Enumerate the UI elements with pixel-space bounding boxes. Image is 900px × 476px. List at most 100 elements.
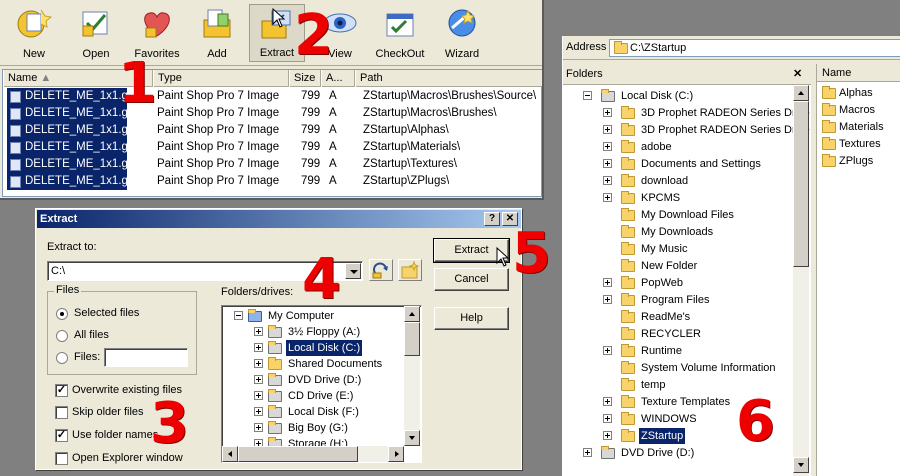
hscroll-thumb[interactable] bbox=[238, 446, 358, 462]
address-input[interactable]: C:\ZStartup bbox=[609, 39, 900, 57]
folder-icon bbox=[621, 327, 635, 340]
use-folder-names-checkbox[interactable]: ✓ bbox=[55, 429, 68, 442]
scroll-down-arrow-icon[interactable] bbox=[404, 430, 420, 446]
browse-tree-button[interactable] bbox=[369, 259, 393, 281]
explorer-scroll-down-icon[interactable] bbox=[793, 457, 809, 473]
open-button[interactable]: Open bbox=[68, 4, 124, 62]
folder-list-item[interactable]: Alphas bbox=[821, 85, 873, 102]
expand-plus-icon[interactable] bbox=[603, 431, 612, 440]
expand-plus-icon[interactable] bbox=[603, 108, 612, 117]
hand-pointer-icon bbox=[496, 247, 510, 267]
col-size[interactable]: Size bbox=[289, 70, 321, 87]
tree-vertical-scrollbar[interactable] bbox=[404, 306, 420, 446]
folder-icon bbox=[621, 276, 635, 289]
expand-plus-icon[interactable] bbox=[603, 414, 612, 423]
expand-plus-icon[interactable] bbox=[254, 327, 263, 336]
explorer-scroll-up-icon[interactable] bbox=[793, 85, 809, 101]
files-pattern-input[interactable] bbox=[104, 348, 188, 367]
collapse-minus-icon[interactable] bbox=[583, 91, 592, 100]
step-number-3: 3 bbox=[150, 391, 189, 456]
files-pattern-label: Files: bbox=[74, 351, 101, 363]
expand-plus-icon[interactable] bbox=[603, 295, 612, 304]
wizard-button[interactable]: Wizard bbox=[434, 4, 490, 62]
explorer-contents-pane[interactable]: Name Alphas Macros Materials Textures ZPlugs bbox=[816, 64, 900, 476]
combo-dropdown-arrow-icon[interactable] bbox=[345, 263, 361, 279]
expand-plus-icon[interactable] bbox=[603, 142, 612, 151]
scroll-up-arrow-icon[interactable] bbox=[404, 306, 420, 322]
table-row[interactable]: DELETE_ME_1x1.gif Paint Shop Pro 7 Image 7… bbox=[3, 105, 542, 122]
explorer-node-label: Documents and Settings bbox=[641, 158, 761, 170]
explorer-tree-scrollbar[interactable] bbox=[793, 85, 809, 476]
expand-plus-icon[interactable] bbox=[254, 423, 263, 432]
checkout-icon bbox=[386, 13, 414, 37]
add-button[interactable]: Add bbox=[192, 4, 242, 62]
expand-plus-icon[interactable] bbox=[603, 176, 612, 185]
expand-plus-icon[interactable] bbox=[603, 346, 612, 355]
col-path[interactable]: Path bbox=[355, 70, 542, 87]
expand-plus-icon[interactable] bbox=[603, 159, 612, 168]
explorer-scroll-thumb[interactable] bbox=[793, 101, 809, 267]
expand-plus-icon[interactable] bbox=[254, 359, 263, 368]
close-folders-pane-icon[interactable]: ✕ bbox=[793, 64, 802, 84]
table-row[interactable]: DELETE_ME_1x1.gif Paint Shop Pro 7 Image 7… bbox=[3, 122, 542, 139]
skip-older-checkbox[interactable] bbox=[55, 406, 68, 419]
folder-list-item[interactable]: Macros bbox=[821, 102, 875, 119]
overwrite-existing-checkbox[interactable]: ✓ bbox=[55, 384, 68, 397]
folder-icon bbox=[621, 242, 635, 255]
expand-plus-icon[interactable] bbox=[254, 407, 263, 416]
step-number-5: 5 bbox=[512, 221, 551, 286]
scroll-right-arrow-icon[interactable] bbox=[388, 446, 404, 462]
expand-plus-icon[interactable] bbox=[254, 343, 263, 352]
folder-list-item[interactable]: ZPlugs bbox=[821, 153, 873, 170]
scroll-left-arrow-icon[interactable] bbox=[222, 446, 238, 462]
cancel-button[interactable]: Cancel bbox=[434, 268, 509, 291]
add-button-label: Add bbox=[207, 48, 227, 60]
all-files-label: All files bbox=[74, 329, 109, 341]
help-caption-button[interactable]: ? bbox=[484, 212, 500, 226]
table-row[interactable]: DELETE_ME_1x1.gif Paint Shop Pro 7 Image 7… bbox=[3, 139, 542, 156]
folder-list-item[interactable]: Materials bbox=[821, 119, 884, 136]
expand-plus-icon[interactable] bbox=[603, 125, 612, 134]
collapse-minus-icon[interactable] bbox=[234, 311, 243, 320]
all-files-radio[interactable] bbox=[56, 330, 68, 342]
expand-plus-icon[interactable] bbox=[583, 448, 592, 457]
extract-to-value: C:\ bbox=[51, 265, 66, 277]
drive-icon bbox=[268, 341, 282, 354]
col-type[interactable]: Type bbox=[153, 70, 289, 87]
table-row[interactable]: DELETE_ME_1x1.gif Paint Shop Pro 7 Image 7… bbox=[3, 88, 542, 105]
expand-plus-icon[interactable] bbox=[603, 397, 612, 406]
folders-drives-tree[interactable]: My Computer 3½ Floppy (A:) Local Disk (C:)… bbox=[221, 305, 422, 463]
explorer-node-label: System Volume Information bbox=[641, 362, 776, 374]
winzip-toolbar: New Open Favorites Add Extract View Chec… bbox=[0, 0, 542, 66]
contents-name-column[interactable]: Name bbox=[817, 64, 900, 82]
col-attr[interactable]: A... bbox=[321, 70, 355, 87]
files-pattern-radio[interactable] bbox=[56, 352, 68, 364]
new-button[interactable]: New bbox=[8, 4, 60, 62]
selected-files-radio[interactable] bbox=[56, 308, 68, 320]
expand-plus-icon[interactable] bbox=[254, 375, 263, 384]
table-row[interactable]: DELETE_ME_1x1.gif Paint Shop Pro 7 Image 7… bbox=[3, 173, 542, 190]
dvd-drive-icon bbox=[601, 446, 615, 459]
filelist-cell-path: ZStartup\ZPlugs\ bbox=[363, 175, 450, 187]
tree-horizontal-scrollbar[interactable] bbox=[222, 446, 404, 462]
folder-list-item[interactable]: Textures bbox=[821, 136, 881, 153]
folder-icon bbox=[621, 123, 635, 136]
folder-icon bbox=[621, 378, 635, 391]
tree-node-label: CD Drive (E:) bbox=[288, 390, 354, 402]
table-row[interactable]: DELETE_ME_1x1.gif Paint Shop Pro 7 Image 7… bbox=[3, 156, 542, 173]
explorer-folder-tree[interactable]: Local Disk (C:) 3D Prophet RADEON Series … bbox=[563, 84, 811, 476]
filelist-cell-path: ZStartup\Macros\Brushes\ bbox=[363, 107, 497, 119]
scroll-thumb[interactable] bbox=[404, 322, 420, 356]
new-folder-button[interactable] bbox=[398, 259, 422, 281]
expand-plus-icon[interactable] bbox=[603, 278, 612, 287]
checkout-button[interactable]: CheckOut bbox=[372, 4, 428, 62]
filelist-cell-name: DELETE_ME_1x1.gif bbox=[7, 139, 127, 156]
expand-plus-icon[interactable] bbox=[254, 391, 263, 400]
folder-icon bbox=[621, 361, 635, 374]
archive-file-list[interactable]: Name ▲ Type Size A... Path DELETE_ME_1x1… bbox=[2, 69, 542, 197]
expand-plus-icon[interactable] bbox=[603, 193, 612, 202]
new-button-label: New bbox=[22, 48, 45, 60]
help-button[interactable]: Help bbox=[434, 307, 509, 330]
open-explorer-checkbox[interactable] bbox=[55, 452, 68, 465]
folder-icon bbox=[822, 86, 836, 99]
